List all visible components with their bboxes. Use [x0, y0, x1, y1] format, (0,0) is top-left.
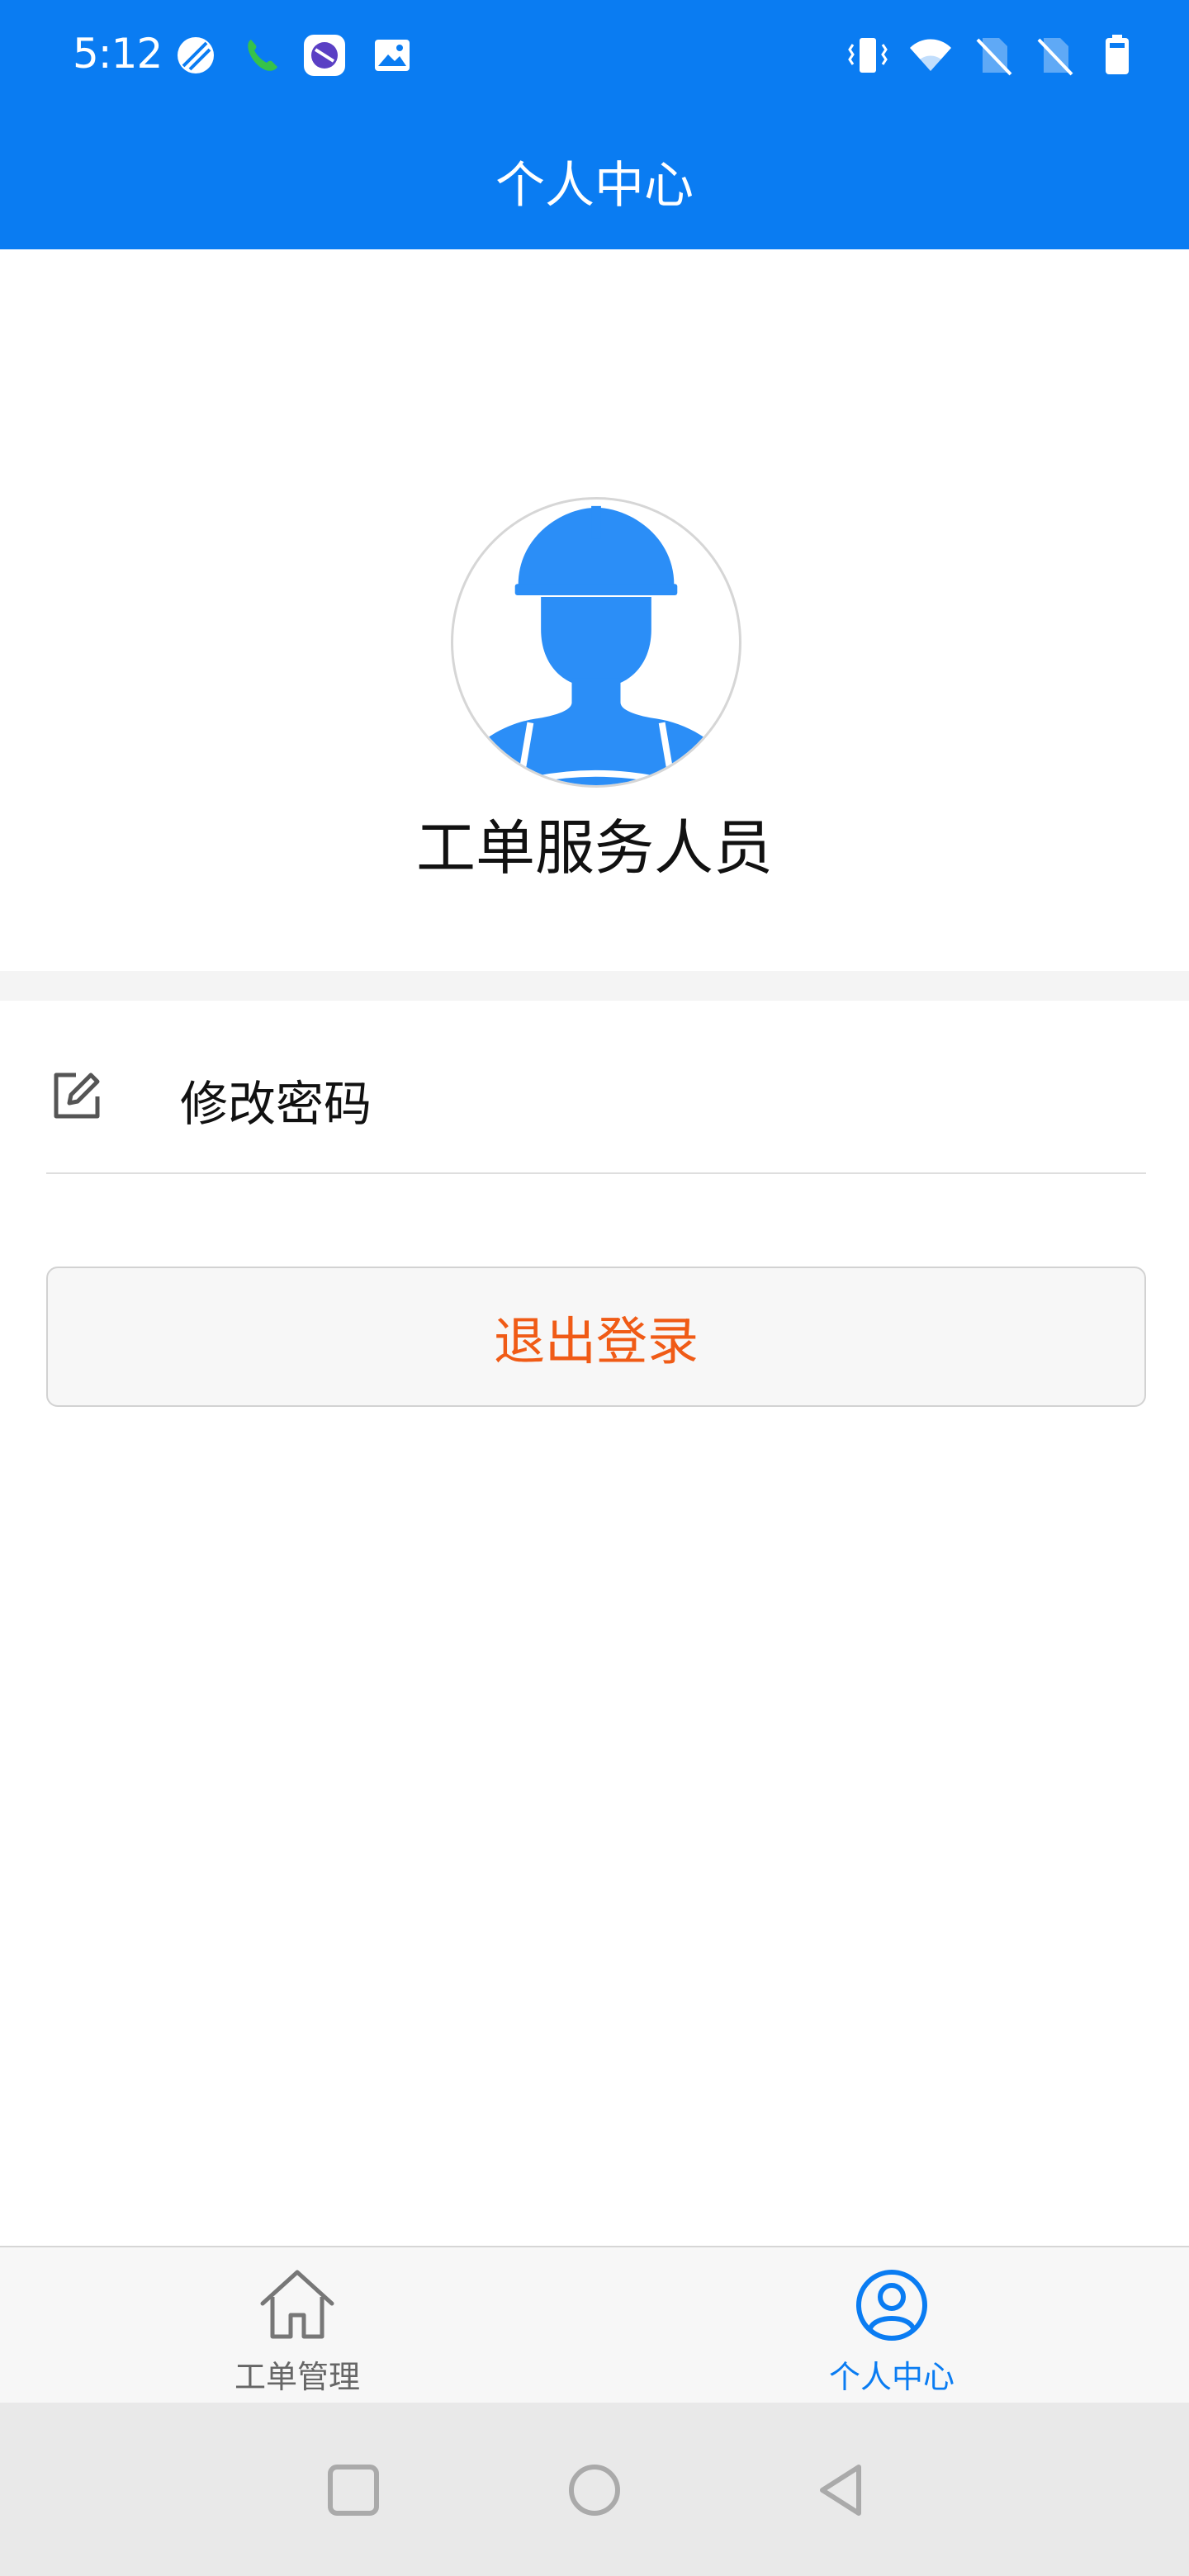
divider [46, 1172, 1146, 1174]
slash-circle-icon [178, 37, 214, 73]
app-badge-icon [304, 35, 345, 76]
no-sim-icon [1037, 38, 1073, 76]
battery-icon [1106, 35, 1129, 74]
phone-icon [248, 40, 277, 71]
back-button[interactable] [799, 2449, 882, 2531]
worker-avatar-icon [453, 505, 739, 785]
edit-icon [54, 1073, 100, 1119]
user-name: 工单服务人员 [415, 813, 773, 883]
home-button[interactable] [553, 2449, 636, 2531]
no-sim-icon [976, 38, 1012, 76]
tab-profile-label: 个人中心 [828, 2359, 955, 2395]
user-circle-icon [856, 2270, 927, 2341]
logout-button[interactable]: 退出登录 [46, 1267, 1146, 1407]
recents-button[interactable] [312, 2449, 395, 2531]
vibrate-icon [848, 38, 888, 73]
change-password-item[interactable]: 修改密码 [0, 1001, 1189, 1174]
change-password-label: 修改密码 [180, 1076, 372, 1132]
status-time: 5:12 [73, 30, 163, 78]
wifi-icon [910, 39, 951, 71]
section-separator [0, 971, 1189, 1001]
tab-profile[interactable]: 个人中心 [594, 2247, 1189, 2404]
image-icon [375, 40, 410, 71]
tab-bar: 工单管理 个人中心 [0, 2246, 1189, 2403]
page-title: 个人中心 [495, 157, 694, 215]
home-icon [260, 2270, 334, 2339]
tab-work-orders-label: 工单管理 [234, 2359, 360, 2395]
tab-work-orders[interactable]: 工单管理 [0, 2247, 594, 2404]
system-nav-bar [0, 2403, 1189, 2576]
avatar[interactable] [451, 497, 741, 788]
